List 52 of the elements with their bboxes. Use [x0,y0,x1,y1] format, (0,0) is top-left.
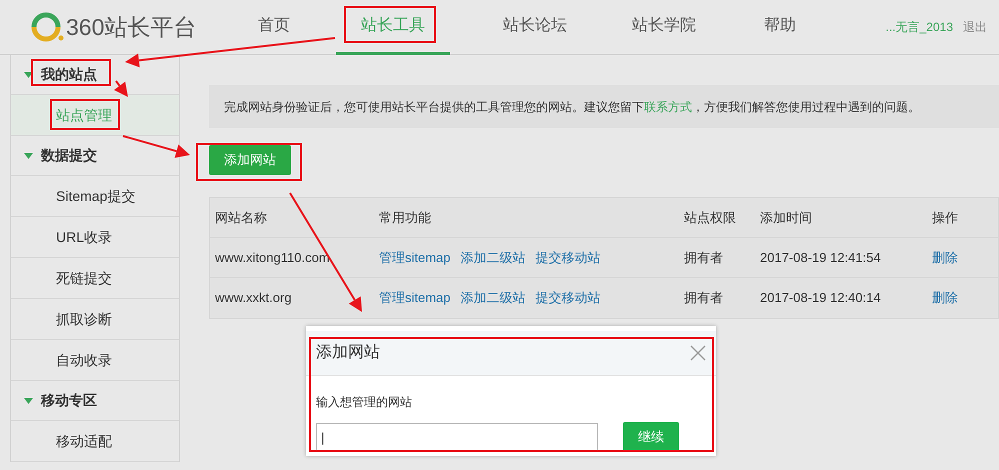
function-link[interactable]: 管理sitemap [379,288,451,308]
logo-text: 360站长平台 [66,16,196,38]
contact-link[interactable]: 联系方式 [644,98,692,116]
triangle-down-icon[interactable] [24,70,33,78]
delete-link[interactable]: 删除 [932,288,958,308]
nav-tab[interactable]: 站长工具 [336,0,450,55]
site-name-cell-text: www.xitong110.com [214,248,331,267]
nav-tab[interactable]: 帮助 [736,0,824,55]
username-link[interactable]: ...无言_2013 [886,18,953,36]
column-header: 添加时间 [760,208,813,227]
function-link[interactable]: 提交移动站 [536,248,601,268]
continue-button[interactable]: 继续 [623,422,679,452]
column-header: 操作 [932,208,959,227]
site-name-cell-text: www.xxkt.org [214,289,293,308]
website-input-field[interactable]: | [316,422,598,452]
annotation-arrow [114,80,128,97]
time-cell-text: 2017-08-19 12:40:14 [760,289,882,308]
function-link[interactable]: 管理sitemap [379,248,451,268]
input-label: 输入想管理的网站 [316,394,413,411]
nav-tab[interactable]: 站长学院 [620,0,708,55]
sidebar-item[interactable]: 移动适配 [11,421,179,462]
logout-link[interactable]: 退出 [963,18,987,36]
permission-cell-text: 拥有者 [684,248,724,267]
dialog-title: 添加网站 [316,342,380,363]
triangle-down-icon[interactable] [24,152,33,160]
column-header: 站点权限 [684,208,737,227]
function-link[interactable]: 提交移动站 [536,288,601,308]
column-header: 常用功能 [379,208,432,227]
delete-link[interactable]: 删除 [932,248,958,268]
permission-cell-text: 拥有者 [684,289,724,308]
annotation-box [50,99,120,130]
nav-tab[interactable]: 首页 [230,0,318,55]
sidebar-item[interactable]: 抓取诊断 [11,299,179,340]
nav-tab[interactable]: 站长论坛 [478,0,592,55]
triangle-down-icon[interactable] [24,396,33,404]
sidebar-item[interactable]: 自动收录 [11,340,179,381]
sidebar-group-label[interactable]: 我的站点 [41,64,97,85]
sidebar-item[interactable]: Sitemap提交 [11,176,179,217]
sidebar-item[interactable]: 死链提交 [11,258,179,299]
sidebar-group-label[interactable]: 数据提交 [41,145,97,166]
sidebar-item[interactable]: 站点管理 [11,95,179,136]
close-icon[interactable] [690,345,706,361]
function-link[interactable]: 添加二级站 [460,248,526,268]
column-header: 网站名称 [214,208,268,227]
sidebar-group-label[interactable]: 移动专区 [41,390,97,411]
time-cell-text: 2017-08-19 12:41:54 [760,248,882,267]
add-site-button[interactable]: 添加网站 [209,145,291,175]
function-link[interactable]: 添加二级站 [460,288,526,308]
annotation-arrow [122,135,190,158]
notice-text: 完成网站身份验证后，您可使用站长平台提供的工具管理您的网站。建议您留下联系方式，方便我们解答您使用过程中遇到的问题。 [209,85,999,128]
logo-ring-icon [30,12,64,42]
sidebar-item[interactable]: URL收录 [11,217,179,258]
